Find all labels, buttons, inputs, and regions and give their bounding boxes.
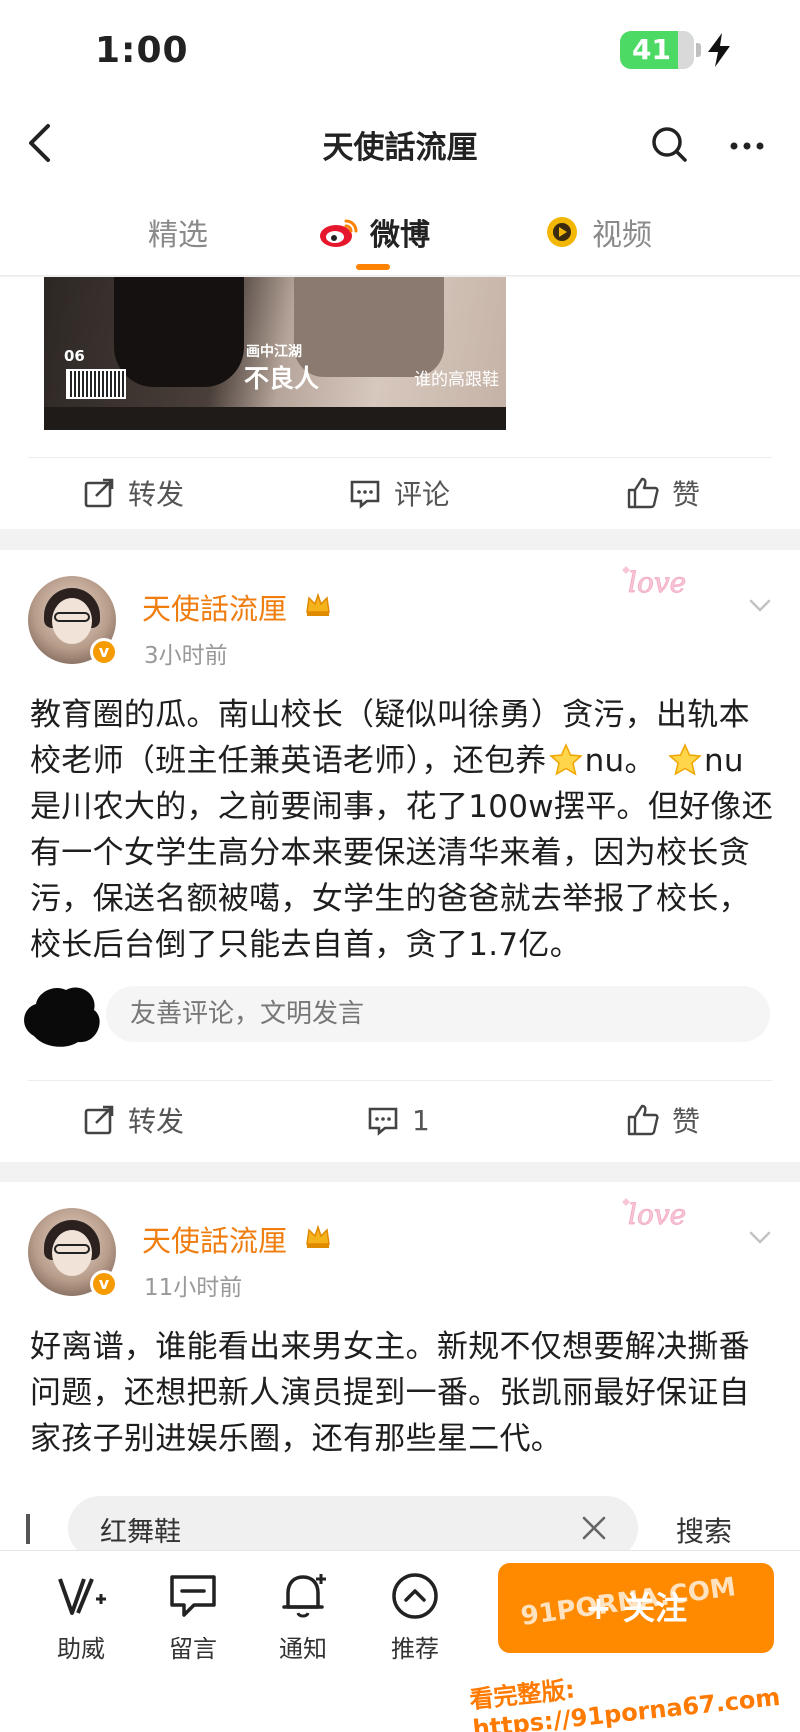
- cheer-v-plus-icon: [58, 1578, 106, 1615]
- cover-title-small: 画中江湖: [246, 344, 302, 360]
- message-icon: [170, 1575, 216, 1617]
- bell-plus-icon: [282, 1574, 326, 1618]
- star-emoji-icon: [548, 743, 583, 776]
- video-icon: [547, 217, 577, 247]
- cheer-label: 助威: [57, 1635, 105, 1663]
- charging-bolt-icon: [708, 33, 730, 67]
- thumbs-up-icon: [627, 477, 659, 509]
- search-button[interactable]: 搜索: [676, 1510, 732, 1550]
- tab-weibo[interactable]: 微博: [318, 210, 430, 254]
- username[interactable]: 天使話流厘: [142, 586, 287, 628]
- magazine-cover-image[interactable]: 06 画中江湖 不良人 谁的高跟鞋: [44, 277, 506, 430]
- tab-featured[interactable]: 精选: [148, 210, 208, 254]
- cover-issue-number: 06: [64, 347, 85, 365]
- tab-featured-label: 精选: [148, 218, 208, 253]
- active-tab-indicator: [356, 264, 390, 270]
- avatar[interactable]: v: [28, 576, 118, 666]
- like-button[interactable]: 赞: [626, 1080, 700, 1160]
- notification-button[interactable]: 通知: [258, 1569, 348, 1664]
- comment-icon: [350, 480, 380, 509]
- battery-level: 41: [632, 33, 671, 66]
- love-sticker-icon: love: [622, 1198, 687, 1231]
- repost-button[interactable]: 转发: [82, 1080, 184, 1160]
- post-text-part: nu。: [584, 743, 656, 779]
- more-options-icon[interactable]: [722, 120, 772, 170]
- comment-button[interactable]: 1: [366, 1080, 430, 1160]
- tab-bar: 精选 微博 视频: [0, 190, 800, 276]
- battery-indicator: 41: [620, 31, 701, 69]
- svg-text:love: love: [628, 566, 686, 599]
- post-content: 教育圈的瓜。南山校长（疑似叫徐勇）贪污，出轨本校老师（班主任兼英语老师），还包养…: [30, 692, 775, 968]
- username[interactable]: 天使話流厘: [142, 1218, 287, 1260]
- comment-button[interactable]: 评论: [348, 453, 450, 533]
- svg-text:love: love: [628, 1198, 686, 1231]
- message-button[interactable]: 留言: [148, 1569, 238, 1664]
- repost-label: 转发: [128, 478, 185, 511]
- repost-label: 转发: [128, 1105, 185, 1138]
- crown-icon: [306, 1224, 330, 1248]
- tab-weibo-label: 微博: [370, 218, 430, 253]
- nav-bar: 天使話流厘: [0, 100, 800, 190]
- verified-badge-icon: v: [90, 1270, 118, 1298]
- action-row: 转发 1 赞: [0, 1080, 800, 1160]
- tab-video[interactable]: 视频: [542, 210, 652, 254]
- notification-label: 通知: [279, 1635, 327, 1663]
- cover-subtitle: 谁的高跟鞋: [414, 370, 499, 390]
- chevron-down-icon[interactable]: [745, 590, 775, 620]
- like-label: 赞: [672, 1105, 701, 1138]
- thumbs-up-icon: [627, 1104, 659, 1136]
- love-sticker-icon: love: [622, 566, 687, 599]
- search-query: 红舞鞋: [100, 1517, 181, 1548]
- recommend-chevron-up-icon: [392, 1573, 438, 1619]
- redacted-commenter-avatar: [24, 987, 100, 1047]
- chevron-down-icon[interactable]: [745, 1222, 775, 1252]
- post-card-previous: 06 画中江湖 不良人 谁的高跟鞋 转发 评论 赞: [0, 277, 800, 529]
- comment-count: 1: [412, 1103, 430, 1137]
- like-label: 赞: [672, 478, 701, 511]
- like-button[interactable]: 赞: [626, 453, 700, 533]
- search-icon[interactable]: [645, 120, 695, 170]
- avatar[interactable]: v: [28, 1208, 118, 1298]
- post-content: 好离谱，谁能看出来男女主。新规不仅想要解决撕番问题，还想把新人演员提到一番。张凯…: [30, 1329, 750, 1457]
- repost-button[interactable]: 转发: [82, 453, 184, 533]
- recommend-button[interactable]: 推荐: [370, 1569, 460, 1664]
- comment-input[interactable]: 友善评论，文明发言: [106, 986, 770, 1042]
- post-timestamp: 11小时前: [144, 1275, 243, 1301]
- status-time: 1:00: [95, 30, 189, 71]
- close-icon[interactable]: [578, 1512, 610, 1544]
- verified-badge-icon: v: [90, 638, 118, 666]
- action-row: 转发 评论 赞: [0, 453, 800, 533]
- recommend-label: 推荐: [391, 1635, 439, 1663]
- comment-icon: [368, 1107, 398, 1136]
- comment-label: 评论: [394, 478, 451, 511]
- weibo-logo-icon: [320, 219, 358, 247]
- cover-title-large: 不良人: [244, 364, 320, 393]
- post-card: v 天使話流厘 11小时前 love 好离谱，谁能看出来男女主。新规不仅想要解决…: [0, 1182, 800, 1512]
- cover-barcode: [66, 369, 126, 399]
- status-bar: 1:00 41: [0, 0, 800, 100]
- scroll-marker: [26, 1514, 30, 1544]
- cheer-button[interactable]: 助威: [36, 1569, 126, 1664]
- crown-icon: [306, 592, 330, 616]
- tab-video-label: 视频: [592, 218, 652, 253]
- star-emoji-icon: [668, 743, 702, 776]
- post-timestamp: 3小时前: [144, 643, 228, 669]
- bottom-bar: 助威 留言 通知 推荐 + 关注 91PORNA.COM 看完整版: https…: [0, 1550, 800, 1732]
- post-card: v 天使話流厘 3小时前 love 教育圈的瓜。南山校长（疑似叫徐勇）贪污，出轨…: [0, 550, 800, 1162]
- repost-icon: [84, 478, 114, 508]
- message-label: 留言: [169, 1635, 217, 1663]
- repost-icon: [84, 1105, 114, 1135]
- watermark-url: 看完整版: https://91porna67.com: [468, 1675, 782, 1732]
